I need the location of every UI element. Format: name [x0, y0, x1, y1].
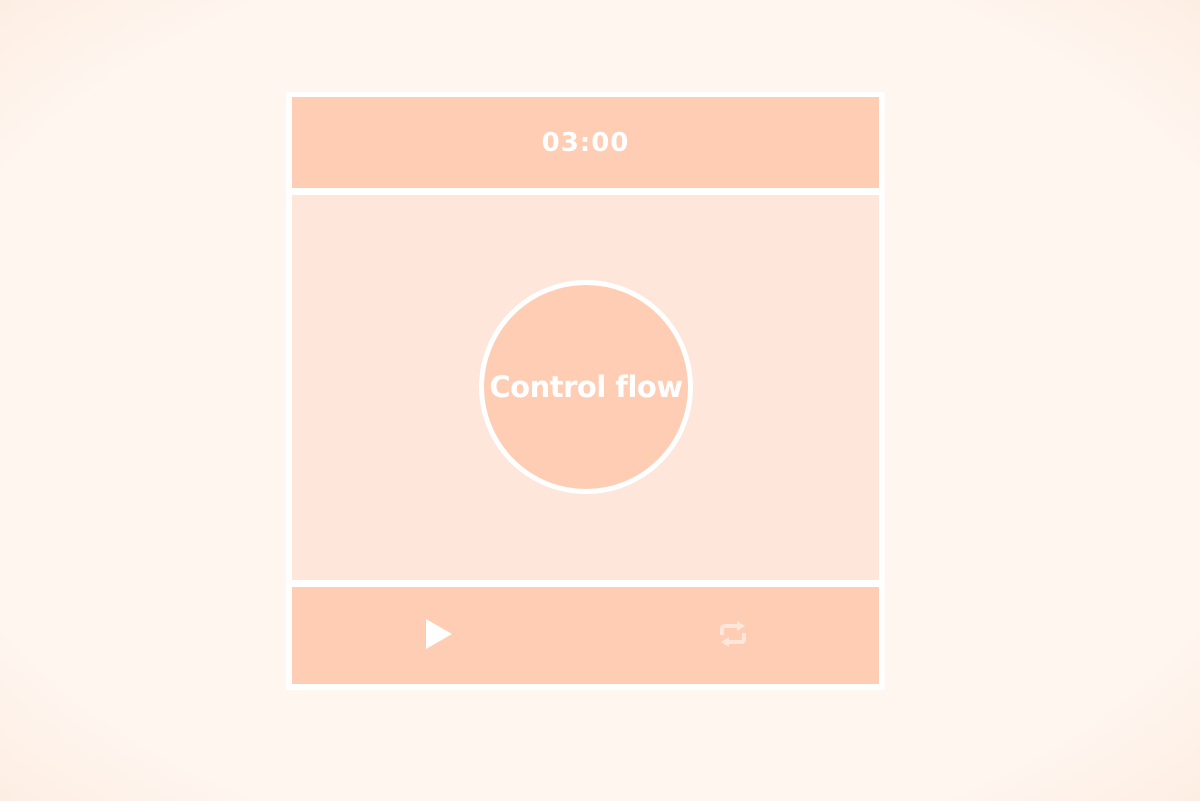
topic-label: Control flow [489, 370, 683, 404]
play-button[interactable] [419, 614, 459, 654]
controls-bar [292, 587, 879, 684]
topic-panel: Control flow [292, 195, 879, 580]
timer-header: 03:00 [292, 97, 879, 188]
topic-circle: Control flow [479, 280, 693, 494]
repeat-button[interactable] [713, 614, 753, 654]
repeat-icon [720, 621, 746, 647]
timer-card: 03:00 Control flow [286, 92, 885, 690]
play-icon [426, 619, 452, 649]
timer-display: 03:00 [541, 127, 630, 158]
